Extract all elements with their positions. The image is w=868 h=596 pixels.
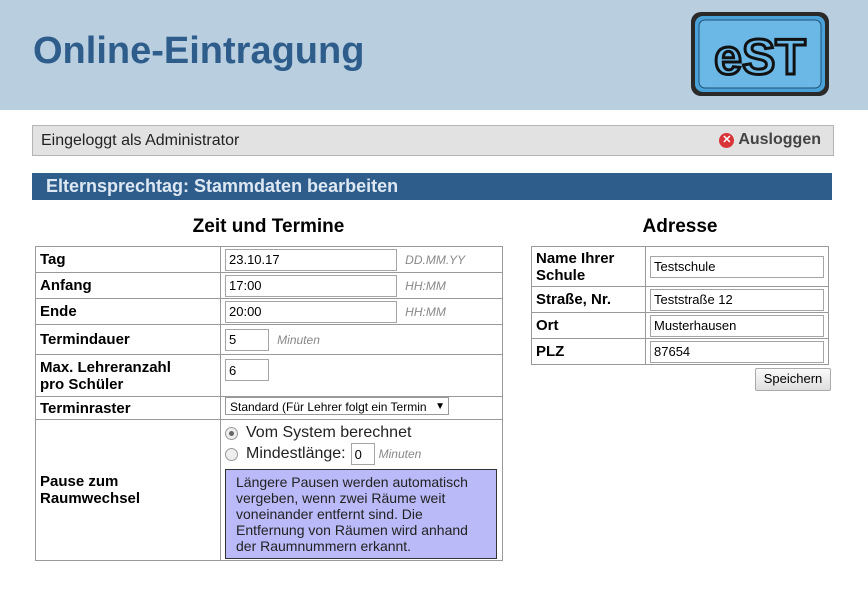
info-line-5: der Raumnummern erkannt. [236,538,412,554]
row-ende: Ende HH:MM [35,298,503,325]
termindauer-hint: Minuten [277,333,320,347]
logout-button[interactable]: ✕ Ausloggen [719,131,821,149]
section-title: Elternsprechtag: Stammdaten bearbeiten [46,176,399,196]
terminraster-select[interactable]: Standard (Für Lehrer folgt ein Termin ▼ [225,397,449,415]
row-tag: Tag DD.MM.YY [35,246,503,273]
anfang-label: Anfang [35,272,221,299]
chevron-down-icon: ▼ [433,398,445,414]
info-line-1: Längere Pausen werden automatisch [236,474,468,490]
save-button[interactable]: Speichern [755,368,831,391]
strasse-input[interactable] [650,288,824,311]
ort-input[interactable] [650,314,824,337]
max-lehrer-label: Max. Lehreranzahl pro Schüler [35,354,221,397]
logo-text: eST [714,29,806,85]
info-line-4: Entfernung von Räumen wird anhand [236,522,468,538]
radio-system-label: Vom System berechnet [246,424,412,441]
mindest-hint: Minuten [378,447,422,461]
section-header: Elternsprechtag: Stammdaten bearbeiten [32,173,832,200]
radio-mindest[interactable]: Mindestlänge: Minuten [225,443,498,465]
name-label-line2: Schule [536,266,586,284]
radio-mindest-control[interactable] [225,447,238,461]
pause-label-line2: Raumwechsel [40,490,141,507]
row-ort: Ort [531,312,829,339]
tag-hint: DD.MM.YY [405,253,466,267]
row-plz: PLZ [531,338,829,365]
ort-label: Ort [531,312,646,339]
est-logo: eST [691,12,829,96]
row-max-lehrer: Max. Lehreranzahl pro Schüler [35,354,503,397]
strasse-label: Straße, Nr. [531,286,646,313]
terminraster-selected: Standard (Für Lehrer folgt ein Termin [230,400,427,414]
info-line-2: vergeben, wenn zwei Räume weit [236,490,446,506]
adresse-table: Name Ihrer Schule Straße, Nr. Ort PLZ [531,246,829,365]
zeit-table: Tag DD.MM.YY Anfang HH:MM Ende HH:MM Ter… [35,246,503,561]
adresse-title: Adresse [642,216,718,237]
name-input[interactable] [650,255,824,278]
name-label: Name Ihrer Schule [531,246,646,287]
termindauer-label: Termindauer [35,324,221,355]
name-label-line1: Name Ihrer [536,249,615,267]
pause-info-box: Längere Pausen werden automatisch vergeb… [225,469,497,559]
login-bar: Eingeloggt als Administrator ✕ Ausloggen [32,125,834,156]
max-lehrer-label-line1: Max. Lehreranzahl [40,358,171,376]
plz-label: PLZ [531,338,646,365]
row-pause: Pause zum Raumwechsel Vom System berechn… [35,419,503,561]
ende-input[interactable] [225,300,397,323]
radio-system[interactable]: Vom System berechnet [225,424,498,442]
row-termindauer: Termindauer Minuten [35,324,503,355]
tag-label: Tag [35,246,221,273]
anfang-input[interactable] [225,274,397,297]
pause-label: Pause zum Raumwechsel [35,419,221,561]
radio-mindest-label: Mindestlänge: [246,445,346,462]
header: Online-Eintragung eST [0,0,868,110]
tag-input[interactable] [225,248,397,271]
max-lehrer-input[interactable] [225,359,269,381]
max-lehrer-label-line2: pro Schüler [40,375,124,393]
pause-label-line1: Pause zum [40,473,119,490]
login-status: Eingeloggt als Administrator [41,132,240,149]
ende-hint: HH:MM [405,305,446,319]
ende-label: Ende [35,298,221,325]
row-terminraster: Terminraster Standard (Für Lehrer folgt … [35,396,503,420]
row-anfang: Anfang HH:MM [35,272,503,299]
mindest-input[interactable] [350,443,375,465]
logout-label: Ausloggen [738,131,821,148]
termindauer-input[interactable] [225,328,269,351]
terminraster-label: Terminraster [35,396,221,420]
row-strasse: Straße, Nr. [531,286,829,313]
radio-system-control[interactable] [225,426,238,440]
page-title: Online-Eintragung [33,30,365,72]
info-line-3: voneinander entfernt sind. Die [236,506,423,522]
plz-input[interactable] [650,340,824,363]
anfang-hint: HH:MM [405,279,446,293]
close-icon: ✕ [719,132,735,148]
zeit-title: Zeit und Termine [192,216,345,237]
row-name: Name Ihrer Schule [531,246,829,287]
